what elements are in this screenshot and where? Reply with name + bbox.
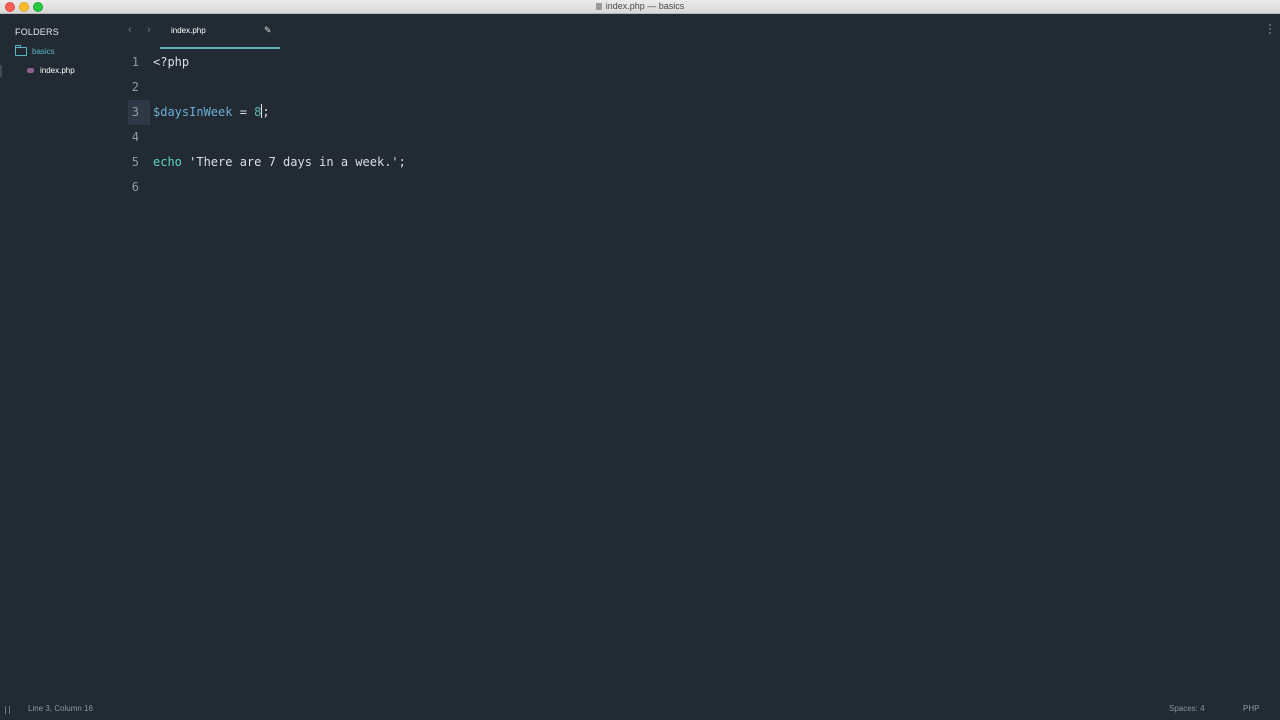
syntax-selector[interactable]: PHP [1243,704,1259,713]
php-open-tag: <?php [153,55,190,69]
indentation-setting[interactable]: Spaces: 4 [1169,704,1205,713]
code-text: <?php [153,50,189,75]
document-icon [595,3,602,10]
code-text: $daysInWeek = 8; [153,100,270,125]
echo-keyword: echo [153,155,182,169]
line-number: 5 [131,155,139,169]
code-line[interactable]: 1 <?php [120,50,1280,75]
code-line[interactable]: 2 [120,75,1280,100]
file-name: index.php [40,66,75,75]
semicolon-token: ; [262,105,270,119]
string-token: 'There are 7 days in a week.'; [181,155,406,169]
folder-name: basics [32,46,55,56]
line-number: 6 [131,180,139,194]
tab-label: index.php [171,26,206,35]
line-number: 1 [131,55,139,69]
line-number: 3 [131,105,139,119]
chevron-right-icon[interactable]: › [147,24,151,36]
tab-bar: ‹ › index.php ✎ [120,14,1280,50]
code-line[interactable]: 4 [120,125,1280,150]
line-number: 2 [131,80,139,94]
code-text: echo 'There are 7 days in a week.'; [153,150,406,175]
folders-header: FOLDERS [15,27,59,37]
code-editor[interactable]: 1 <?php 2 3 $daysInWeek = 8; 4 5 echo 'T… [120,50,1280,700]
window-title-text: index.php — basics [605,1,685,11]
active-file-marker [0,65,2,77]
window-title: index.php — basics [0,0,1280,13]
assign-token: = [232,105,255,119]
chevron-left-icon[interactable]: ‹ [128,24,132,36]
folder-icon [15,44,27,56]
number-token: 8 [254,105,262,119]
code-line-active[interactable]: 3 $daysInWeek = 8; [120,100,1280,125]
active-tab-indicator [160,47,280,49]
php-file-icon [27,68,34,73]
line-number: 4 [131,130,139,144]
variable-token: $daysInWeek [153,105,233,119]
sidebar-file-index-php[interactable]: index.php [0,65,120,77]
title-bar: index.php — basics [0,0,1280,14]
sidebar-folder-basics[interactable]: basics [15,44,55,57]
code-line[interactable]: 6 [120,175,1280,200]
code-line[interactable]: 5 echo 'There are 7 days in a week.'; [120,150,1280,175]
cursor-position[interactable]: Line 3, Column 16 [28,704,93,713]
more-vertical-icon[interactable] [1269,24,1272,36]
pencil-icon: ✎ [264,25,272,35]
tab-index-php[interactable]: index.php ✎ [160,14,280,50]
sidebar: FOLDERS basics index.php [0,14,120,706]
panel-toggle-icon[interactable] [5,706,10,714]
status-bar: Line 3, Column 16 Spaces: 4 PHP [0,700,1280,720]
